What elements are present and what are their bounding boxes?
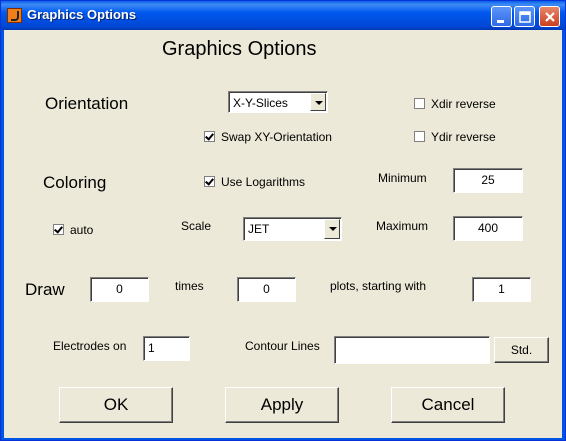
auto-label: auto <box>70 223 94 237</box>
checkbox-box[interactable] <box>414 131 425 142</box>
draw-times-input[interactable]: 0 <box>90 277 149 302</box>
electrodes-input[interactable]: 1 <box>143 336 190 361</box>
electrodes-label: Electrodes on <box>53 339 127 353</box>
maximize-button[interactable] <box>514 6 535 27</box>
swap-xy-checkbox[interactable]: Swap XY-Orientation <box>204 130 332 144</box>
maximum-input[interactable]: 400 <box>453 216 523 241</box>
close-icon <box>545 12 555 22</box>
coloring-label: Coloring <box>43 173 107 192</box>
swap-xy-label: Swap XY-Orientation <box>221 130 332 144</box>
ydir-reverse-label: Ydir reverse <box>431 130 496 144</box>
page-title: Graphics Options <box>162 38 317 60</box>
checkbox-box-checked[interactable] <box>204 131 215 142</box>
plots-starting-label: plots, starting with <box>330 279 427 293</box>
title-bar[interactable]: Graphics Options <box>1 1 565 30</box>
chevron-down-icon[interactable] <box>310 93 326 111</box>
matlab-app-icon <box>7 8 22 23</box>
scale-select-value: JET <box>248 222 270 236</box>
checkbox-box[interactable] <box>414 98 425 109</box>
ok-button[interactable]: OK <box>59 387 173 423</box>
minimum-input[interactable]: 25 <box>453 168 523 193</box>
auto-checkbox[interactable]: auto <box>53 223 93 237</box>
maximize-icon <box>519 11 531 23</box>
xdir-reverse-label: Xdir reverse <box>431 97 496 111</box>
orientation-label: Orientation <box>45 94 129 113</box>
cancel-button[interactable]: Cancel <box>391 387 505 423</box>
graphics-options-window: Graphics Options Graphics Options Orient… <box>0 0 566 441</box>
minimize-button[interactable] <box>491 6 512 27</box>
contour-lines-input[interactable] <box>334 336 490 364</box>
starting-with-input[interactable]: 1 <box>472 277 531 302</box>
checkbox-box-checked[interactable] <box>53 224 64 235</box>
orientation-select-value: X-Y-Slices <box>233 96 288 110</box>
contour-lines-label: Contour Lines <box>245 339 320 353</box>
draw-label: Draw <box>25 280 65 299</box>
xdir-reverse-checkbox[interactable]: Xdir reverse <box>414 97 496 111</box>
use-logarithms-label: Use Logarithms <box>221 175 306 189</box>
scale-select[interactable]: JET <box>243 217 342 241</box>
minimize-icon <box>497 20 504 23</box>
maximum-label: Maximum <box>376 219 429 233</box>
times-label: times <box>175 279 204 293</box>
std-button[interactable]: Std. <box>494 337 549 363</box>
window-title: Graphics Options <box>27 7 137 22</box>
dialog-body: Graphics Options Orientation X-Y-Slices … <box>4 30 562 438</box>
minimum-label: Minimum <box>378 171 427 185</box>
chevron-down-icon[interactable] <box>324 219 340 239</box>
close-button[interactable] <box>539 6 560 27</box>
checkbox-box-checked[interactable] <box>204 176 215 187</box>
ydir-reverse-checkbox[interactable]: Ydir reverse <box>414 130 496 144</box>
orientation-select[interactable]: X-Y-Slices <box>228 91 328 113</box>
draw-plots-input[interactable]: 0 <box>237 277 296 302</box>
use-logarithms-checkbox[interactable]: Use Logarithms <box>204 175 305 189</box>
scale-label: Scale <box>181 219 212 233</box>
apply-button[interactable]: Apply <box>225 387 339 423</box>
